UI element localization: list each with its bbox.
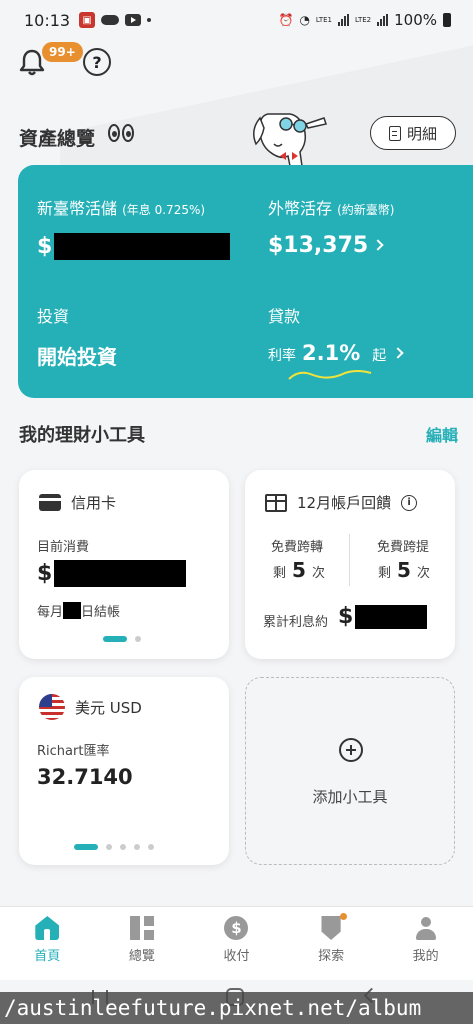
twd-balance[interactable]: $ [37, 233, 231, 260]
loan-rate: 2.1% [302, 341, 361, 365]
signal-icon [377, 14, 389, 26]
explore-icon [321, 916, 341, 940]
interest-label: 累計利息約 [263, 615, 329, 630]
current-spend-label: 目前消費 [37, 540, 90, 555]
fx-balance[interactable]: $13,375 [268, 233, 384, 258]
notification-dot [340, 913, 348, 920]
chevron-right-icon [372, 239, 384, 251]
fx-rate-label: Richart匯率 [37, 744, 110, 759]
signal-icon [338, 14, 350, 26]
profile-icon [414, 916, 438, 940]
withdraw-remaining: 剩 5 次 [378, 558, 430, 582]
redacted-day [63, 602, 82, 619]
rewards-title: 12月帳戶回饋 [297, 494, 392, 512]
free-transfer-label: 免費跨轉 [271, 540, 324, 555]
add-tool-button[interactable]: 添加小工具 [245, 677, 455, 865]
redacted-balance [54, 233, 231, 260]
nav-explore[interactable]: 探索 [284, 907, 379, 980]
more-notifications-icon [147, 18, 152, 22]
current-spend-value: $ [37, 560, 187, 587]
fx-rate-value: 32.7140 [37, 765, 133, 789]
wifi-icon: ◔ [299, 13, 310, 27]
bottom-nav: 首頁 總覽 $ 收付 探索 我的 [0, 906, 473, 980]
credit-card-widget[interactable]: 信用卡 目前消費 $ 每月 日結帳 [19, 470, 229, 659]
credit-card-icon [39, 494, 61, 511]
redacted-interest [355, 604, 428, 629]
credit-card-title: 信用卡 [71, 494, 117, 512]
squiggle-decoration [288, 370, 372, 380]
tools-title: 我的理財小工具 [19, 425, 145, 446]
cloud-icon [101, 15, 120, 25]
eyes-icon [108, 124, 134, 142]
fx-note: (約新臺幣) [337, 203, 395, 217]
watermark: /austinleefuture.pixnet.net/album [0, 992, 473, 1024]
nav-payment[interactable]: $ 收付 [189, 907, 284, 980]
loan-rate-link[interactable]: 利率 2.1% 起 [268, 341, 404, 365]
divider [349, 534, 350, 586]
info-icon[interactable]: i [401, 494, 418, 511]
status-time: 10:13 [24, 10, 71, 30]
overview-title: 資產總覽 [19, 128, 96, 150]
status-bar: 10:13 ▣ ⏰ ◔ LTE1 LTE2 100% [0, 0, 473, 40]
carousel-dots [103, 636, 141, 642]
transfer-remaining: 剩 5 次 [273, 558, 325, 582]
nav-home[interactable]: 首頁 [0, 907, 95, 980]
start-invest-link[interactable]: 開始投資 [37, 341, 117, 370]
youtube-icon [125, 14, 142, 26]
chevron-right-icon [392, 347, 404, 359]
lte2-label: LTE2 [355, 15, 372, 24]
loan-label: 貸款 [268, 307, 301, 326]
twd-rate: (年息 0.725%) [122, 203, 206, 217]
twd-savings-label[interactable]: 新臺幣活儲 (年息 0.725%) [37, 195, 205, 219]
help-button[interactable]: ? [83, 48, 111, 76]
document-icon [388, 125, 401, 141]
carousel-dots [74, 844, 154, 850]
free-withdraw-label: 免費跨提 [377, 540, 430, 555]
fx-title: 美元 USD [75, 698, 142, 717]
detail-label: 明細 [406, 124, 437, 143]
interest-value: $ [338, 604, 428, 629]
fx-savings-label[interactable]: 外幣活存 (約新臺幣) [268, 195, 394, 219]
detail-button[interactable]: 明細 [370, 116, 456, 150]
nav-profile[interactable]: 我的 [378, 907, 473, 980]
battery-percent: 100% [394, 11, 437, 29]
notification-badge: 99+ [42, 42, 83, 62]
us-flag-icon [39, 694, 65, 720]
assets-card: 新臺幣活儲 (年息 0.725%) $ 外幣活存 (約新臺幣) $13,375 … [18, 165, 473, 398]
plus-icon [339, 738, 363, 762]
billing-day: 每月 日結帳 [37, 601, 120, 620]
app-notification-icon: ▣ [79, 12, 96, 28]
edit-tools-button[interactable]: 編輯 [426, 422, 458, 446]
dog-mascot-icon [253, 113, 327, 167]
home-icon [35, 916, 60, 940]
battery-icon [443, 13, 451, 27]
invest-label: 投資 [37, 307, 70, 326]
overview-icon [129, 916, 154, 940]
fx-rate-widget[interactable]: 美元 USD Richart匯率 32.7140 [19, 677, 229, 865]
alarm-icon: ⏰ [278, 13, 294, 27]
add-tool-label: 添加小工具 [312, 788, 388, 806]
lte1-label: LTE1 [315, 15, 333, 24]
gift-icon [265, 493, 287, 512]
rewards-widget[interactable]: 12月帳戶回饋 i 免費跨轉 免費跨提 剩 5 次 剩 5 次 累計利息約 $ [245, 470, 455, 659]
payment-icon: $ [224, 916, 249, 940]
redacted-spend [54, 560, 187, 587]
nav-overview[interactable]: 總覽 [95, 907, 190, 980]
